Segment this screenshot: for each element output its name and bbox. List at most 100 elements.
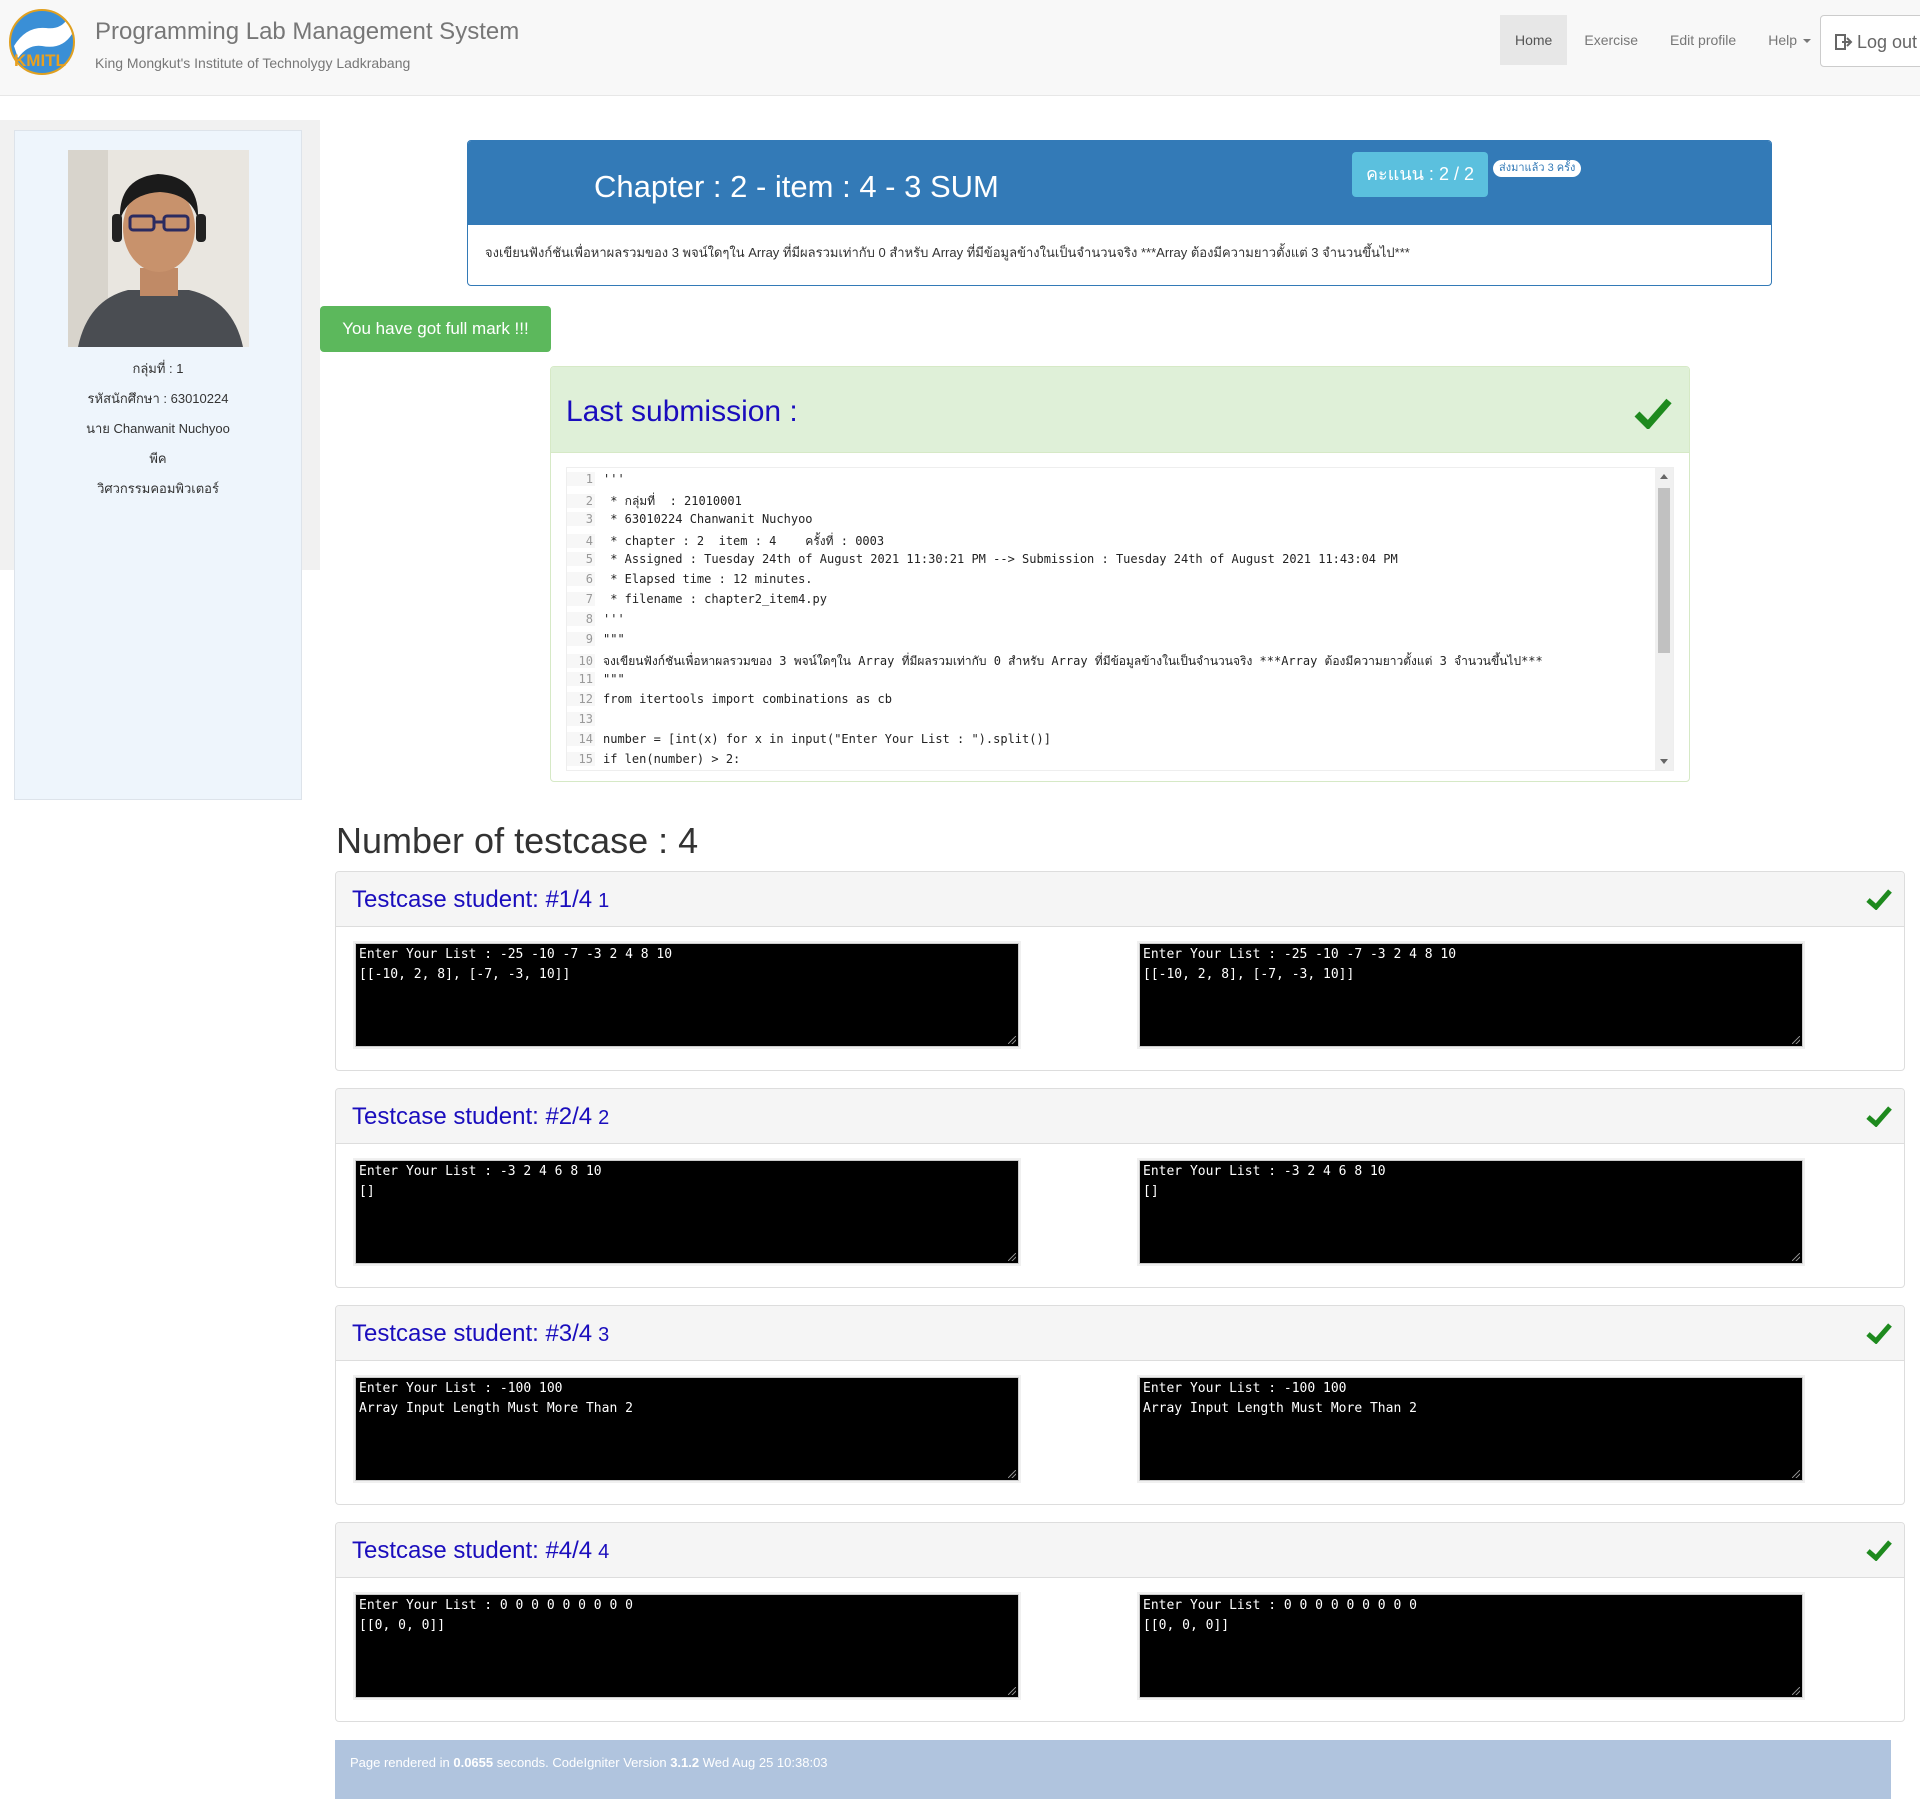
code-line: 13 [567, 712, 1647, 732]
scroll-thumb[interactable] [1658, 488, 1670, 653]
testcase-title: Testcase student: #4/4 4 [352, 1537, 609, 1565]
testcase-title: Testcase student: #2/4 2 [352, 1103, 609, 1131]
testcase-title-text: Testcase student: #2/4 [352, 1103, 593, 1130]
student-output-textarea[interactable]: Enter Your List : 0 0 0 0 0 0 0 0 0 [[0, … [355, 1594, 1019, 1698]
resize-handle-icon[interactable] [1792, 1253, 1800, 1261]
line-number: 13 [567, 712, 595, 726]
expected-output-textarea[interactable]: Enter Your List : -25 -10 -7 -3 2 4 8 10… [1139, 943, 1803, 1047]
output-line: Enter Your List : -3 2 4 6 8 10 [359, 1164, 602, 1179]
testcase-number: 1 [598, 890, 610, 912]
app-subtitle: King Mongkut's Institute of Technolygy L… [95, 55, 411, 71]
exercise-description: จงเขียนฟังก์ชันเพื่อหาผลรวมของ 3 พจน์ใดๆ… [485, 245, 1410, 260]
code-text: """ [603, 632, 625, 646]
nav-exercise[interactable]: Exercise [1569, 15, 1653, 65]
testcase-count-heading: Number of testcase : 4 [336, 820, 699, 861]
footer-text: Page rendered in 0.0655 seconds. CodeIgn… [350, 1755, 828, 1770]
logout-icon [1835, 34, 1853, 50]
line-number: 3 [567, 512, 595, 526]
code-text: ''' [603, 612, 625, 626]
logout-label: Log out [1857, 32, 1918, 52]
student-group: กลุ่มที่ : 1 [132, 361, 184, 376]
testcase-title-text: Testcase student: #4/4 [352, 1537, 593, 1564]
app-title[interactable]: Programming Lab Management System [95, 18, 519, 46]
testcase-number: 2 [598, 1107, 610, 1129]
line-number: 9 [567, 632, 595, 646]
code-line: 15 if len(number) > 2: [567, 752, 1647, 770]
code-line: 1 ''' [567, 472, 1647, 492]
expected-output-textarea[interactable]: Enter Your List : 0 0 0 0 0 0 0 0 0 [[0, … [1139, 1594, 1803, 1698]
output-line: [] [1143, 1184, 1159, 1199]
resize-handle-icon[interactable] [1008, 1470, 1016, 1478]
line-number: 6 [567, 572, 595, 586]
line-number: 14 [567, 732, 595, 746]
output-line: [] [359, 1184, 375, 1199]
score-button[interactable]: คะแนน : 2 / 2 [1352, 152, 1488, 197]
code-line: 6 * Elapsed time : 12 minutes. [567, 572, 1647, 592]
line-number: 7 [567, 592, 595, 606]
scroll-up-arrow-icon[interactable] [1660, 474, 1668, 479]
line-number: 5 [567, 552, 595, 566]
resize-handle-icon[interactable] [1008, 1687, 1016, 1695]
code-line: 8 ''' [567, 612, 1647, 632]
output-line: Enter Your List : -100 100 [359, 1381, 563, 1396]
student-output-textarea[interactable]: Enter Your List : -25 -10 -7 -3 2 4 8 10… [355, 943, 1019, 1047]
line-number: 12 [567, 692, 595, 706]
nav-home[interactable]: Home [1500, 15, 1568, 65]
exercise-panel-heading: Chapter : 2 - item : 4 - 3 SUM คะแนน : 2… [468, 141, 1771, 225]
code-line: 5 * Assigned : Tuesday 24th of August 20… [567, 552, 1647, 572]
check-icon [1866, 1323, 1892, 1344]
testcase-panel: Testcase student: #3/4 3 Enter Your List :… [335, 1305, 1905, 1505]
caret-down-icon [1803, 39, 1811, 44]
last-submission-heading: Last submission : [551, 367, 1689, 453]
student-output-textarea[interactable]: Enter Your List : -3 2 4 6 8 10 [] [355, 1160, 1019, 1264]
nav-edit-profile[interactable]: Edit profile [1655, 15, 1751, 65]
expected-output-textarea[interactable]: Enter Your List : -100 100 Array Input Le… [1139, 1377, 1803, 1481]
submission-count-badge: ส่งมาแล้ว 3 ครั้ง [1493, 160, 1582, 177]
nav-help[interactable]: Help [1753, 15, 1826, 65]
footer-prefix: Page rendered in [350, 1755, 454, 1770]
code-text: number = [int(x) for x in input("Enter Y… [603, 732, 1051, 746]
student-nickname: พีค [149, 451, 167, 466]
logo-text: KMITL [14, 51, 66, 70]
check-icon [1866, 1106, 1892, 1127]
student-department: วิศวกรรมคอมพิวเตอร์ [97, 481, 219, 496]
student-name: นาย Chanwanit Nuchyoo [86, 421, 230, 436]
line-number: 8 [567, 612, 595, 626]
scroll-down-arrow-icon[interactable] [1660, 759, 1668, 764]
testcase-heading: Testcase student: #4/4 4 [336, 1523, 1904, 1578]
resize-handle-icon[interactable] [1792, 1687, 1800, 1695]
main-nav: Home Exercise Edit profile Help [1500, 15, 1828, 65]
student-output-textarea[interactable]: Enter Your List : -100 100 Array Input Le… [355, 1377, 1019, 1481]
code-line: 12 from itertools import combinations as … [567, 692, 1647, 712]
testcase-heading: Testcase student: #3/4 3 [336, 1306, 1904, 1361]
resize-handle-icon[interactable] [1008, 1253, 1016, 1261]
resize-handle-icon[interactable] [1792, 1036, 1800, 1044]
line-number: 4 [567, 534, 595, 548]
kmitl-logo[interactable]: KMITL [6, 6, 78, 78]
logout-button[interactable]: Log out [1820, 15, 1920, 67]
code-scrollbar[interactable] [1655, 468, 1673, 770]
output-line: Enter Your List : -100 100 [1143, 1381, 1347, 1396]
testcase-number: 3 [598, 1324, 610, 1346]
exercise-panel: Chapter : 2 - item : 4 - 3 SUM คะแนน : 2… [467, 140, 1772, 286]
expected-output-textarea[interactable]: Enter Your List : -3 2 4 6 8 10 [] [1139, 1160, 1803, 1264]
code-editor[interactable]: 1 ''' 2 * กลุ่มที่ : 21010001 3 * 63010224 … [566, 467, 1674, 771]
resize-handle-icon[interactable] [1008, 1036, 1016, 1044]
output-line: Enter Your List : 0 0 0 0 0 0 0 0 0 [1143, 1598, 1417, 1613]
code-text: * Elapsed time : 12 minutes. [603, 572, 813, 586]
code-text: if len(number) > 2: [603, 752, 741, 766]
code-text: * filename : chapter2_item4.py [603, 592, 827, 606]
code-line: 7 * filename : chapter2_item4.py [567, 592, 1647, 612]
code-line: 9 """ [567, 632, 1647, 652]
output-line: Enter Your List : -25 -10 -7 -3 2 4 8 10 [359, 947, 673, 962]
exercise-title: Chapter : 2 - item : 4 - 3 SUM [594, 169, 999, 204]
last-submission-title: Last submission : [566, 395, 798, 428]
check-icon [1634, 398, 1672, 429]
testcase-heading: Testcase student: #2/4 2 [336, 1089, 1904, 1144]
line-number: 15 [567, 752, 595, 766]
avatar [68, 150, 249, 347]
resize-handle-icon[interactable] [1792, 1470, 1800, 1478]
code-line: 3 * 63010224 Chanwanit Nuchyoo [567, 512, 1647, 532]
check-icon [1866, 889, 1892, 910]
output-line: [[-10, 2, 8], [-7, -3, 10]] [359, 967, 571, 982]
